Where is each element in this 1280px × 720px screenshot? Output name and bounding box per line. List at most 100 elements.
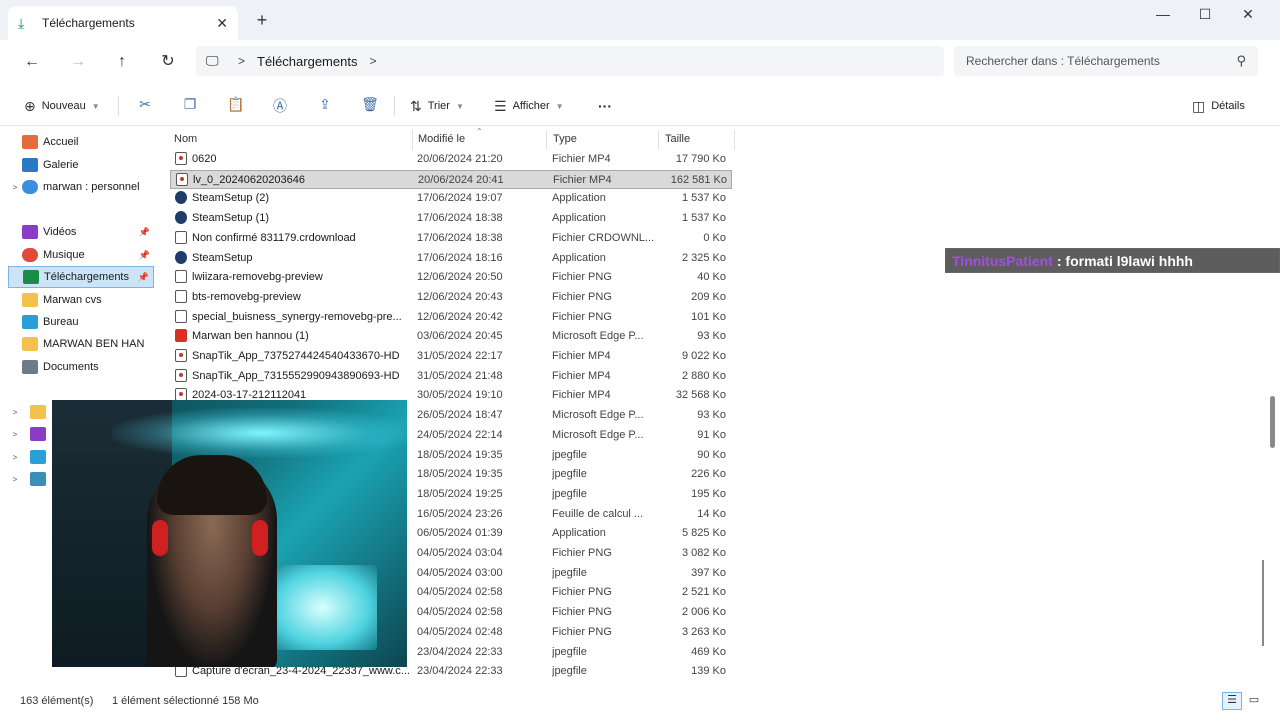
- file-size: 195 Ko: [691, 487, 726, 500]
- file-size: 5 825 Ko: [681, 527, 726, 540]
- onedrive-icon: [22, 180, 38, 194]
- table-row[interactable]: SteamSetup 17/06/2024 18:16 Application 2 3…: [170, 249, 732, 268]
- forward-button[interactable]: →: [66, 50, 90, 74]
- copy-icon[interactable]: ❐: [180, 96, 200, 116]
- new-button[interactable]: ⊕ Nouveau ▼: [24, 96, 100, 116]
- scrollbar-thumb[interactable]: [1270, 396, 1275, 448]
- file-type: jpegfile: [552, 487, 587, 500]
- chevron-right-icon[interactable]: >: [238, 54, 245, 68]
- video-file-icon: [175, 349, 187, 362]
- table-row[interactable]: Marwan ben hannou (1) 03/06/2024 20:45 Mic…: [170, 327, 732, 346]
- vertical-scrollbar[interactable]: [1268, 128, 1276, 688]
- sidebar-item-desktop[interactable]: Bureau: [8, 311, 154, 333]
- table-row[interactable]: 0620 20/06/2024 21:20 Fichier MP4 17 790 Ko: [170, 150, 732, 169]
- table-row[interactable]: special_buisness_synergy-removebg-pre...…: [170, 308, 732, 327]
- column-header-size[interactable]: Taille: [665, 133, 690, 145]
- details-view-button[interactable]: ☰: [1222, 692, 1242, 710]
- file-type: Fichier MP4: [553, 173, 612, 186]
- new-tab-button[interactable]: +: [252, 10, 272, 31]
- share-icon[interactable]: ⇪: [315, 96, 335, 116]
- sidebar-item-label: Accueil: [43, 136, 79, 148]
- expand-chevron-icon[interactable]: >: [8, 408, 22, 417]
- expand-chevron-icon[interactable]: >: [8, 475, 22, 484]
- file-date: 26/05/2024 18:47: [417, 409, 503, 422]
- sidebar-item-marwan-cvs[interactable]: Marwan cvs: [8, 289, 154, 311]
- table-row[interactable]: SteamSetup (1) 17/06/2024 18:38 Applicatio…: [170, 209, 732, 228]
- tab-downloads[interactable]: ⤓ Téléchargements ✕: [8, 6, 238, 40]
- cut-icon[interactable]: ✂: [135, 96, 155, 116]
- sidebar-item-home[interactable]: Accueil: [8, 131, 154, 153]
- column-divider[interactable]: [658, 130, 659, 150]
- sidebar-item-music[interactable]: Musique 📌: [8, 244, 154, 266]
- back-button[interactable]: ←: [20, 50, 44, 74]
- file-date: 24/05/2024 22:14: [417, 428, 503, 441]
- expand-chevron-icon[interactable]: >: [8, 430, 22, 439]
- expand-chevron-icon[interactable]: >: [8, 183, 22, 192]
- music-icon: [22, 248, 38, 262]
- table-row[interactable]: SnapTik_App_7315552990943890693-HD 31/05/…: [170, 367, 732, 386]
- folder-icon: [22, 293, 38, 307]
- sidebar-item-onedrive[interactable]: > marwan : personnel: [8, 176, 154, 198]
- delete-icon[interactable]: 🗑: [360, 96, 380, 116]
- view-button[interactable]: ☰ Afficher ▼: [494, 96, 564, 116]
- this-pc-icon: [30, 450, 46, 464]
- selection-info: 1 élément sélectionné 158 Mo: [112, 695, 259, 707]
- tiles-view-button[interactable]: ▭: [1244, 692, 1264, 710]
- sidebar-item-gallery[interactable]: Galerie: [8, 154, 154, 176]
- file-name: SnapTik_App_7375274424540433670-HD: [192, 350, 400, 362]
- sidebar-item-documents[interactable]: Documents: [8, 356, 154, 378]
- details-button[interactable]: ◫ Détails: [1192, 96, 1245, 116]
- file-type: Application: [552, 527, 606, 540]
- file-date: 04/05/2024 02:58: [417, 586, 503, 599]
- separator: [118, 96, 119, 116]
- table-row[interactable]: SteamSetup (2) 17/06/2024 19:07 Applicatio…: [170, 189, 732, 208]
- sidebar-item-marwan-ben-han[interactable]: MARWAN BEN HAN: [8, 333, 154, 355]
- chevron-right-icon[interactable]: >: [369, 54, 376, 68]
- search-input[interactable]: Rechercher dans : Téléchargements ⚲: [954, 46, 1258, 76]
- breadcrumb[interactable]: Téléchargements: [257, 54, 357, 69]
- column-header-type[interactable]: Type: [553, 133, 577, 145]
- column-divider[interactable]: [546, 130, 547, 150]
- close-window-button[interactable]: ✕: [1238, 6, 1258, 23]
- refresh-button[interactable]: ↻: [156, 50, 180, 74]
- address-bar[interactable]: 🖵 > Téléchargements >: [196, 46, 944, 76]
- column-divider[interactable]: [734, 130, 735, 150]
- table-row[interactable]: lwiizara-removebg-preview 12/06/2024 20:5…: [170, 268, 732, 287]
- chat-message: TinnitusPatient : formati l9lawi hhhh: [945, 248, 1280, 273]
- headset-icon: [252, 520, 268, 556]
- file-size: 3 263 Ko: [681, 625, 726, 638]
- table-row[interactable]: bts-removebg-preview 12/06/2024 20:43 Fich…: [170, 288, 732, 307]
- file-type: Application: [552, 192, 606, 205]
- more-options-button[interactable]: ···: [598, 96, 612, 116]
- column-header-modified[interactable]: Modifié le: [418, 133, 465, 145]
- table-row[interactable]: SnapTik_App_7375274424540433670-HD 31/05/…: [170, 347, 732, 366]
- column-headers: Nom ⌃ Modifié le Type Taille: [160, 128, 740, 150]
- table-row[interactable]: lv_0_20240620203646 20/06/2024 20:41 Fichi…: [170, 169, 732, 189]
- chevron-down-icon: ▼: [91, 101, 100, 111]
- sort-label: Trier: [427, 100, 450, 112]
- folder-icon: [22, 337, 38, 351]
- sidebar-item-videos[interactable]: Vidéos 📌: [8, 221, 154, 243]
- maximize-button[interactable]: ☐: [1195, 6, 1215, 23]
- file-size: 1 537 Ko: [681, 192, 726, 205]
- file-name: Marwan ben hannou (1): [192, 330, 309, 343]
- webcam-overlay: [52, 400, 407, 667]
- steam-icon: [175, 211, 187, 225]
- tab-close-icon[interactable]: ✕: [216, 15, 228, 32]
- sidebar-item-label: Marwan cvs: [43, 294, 102, 306]
- file-type: jpegfile: [552, 468, 587, 481]
- plus-circle-icon: ⊕: [24, 97, 36, 114]
- sidebar-item-downloads[interactable]: Téléchargements 📌: [8, 266, 154, 288]
- column-divider[interactable]: [412, 130, 413, 150]
- table-row[interactable]: Non confirmé 831179.crdownload 17/06/2024…: [170, 229, 732, 248]
- sidebar-item-label: Bureau: [43, 316, 79, 328]
- paste-icon[interactable]: 📋: [226, 96, 246, 116]
- sort-button[interactable]: ⇅ Trier ▼: [410, 96, 464, 116]
- minimize-button[interactable]: —: [1153, 6, 1173, 22]
- headset-icon: [152, 520, 168, 556]
- up-button[interactable]: ↑: [110, 50, 134, 74]
- file-size: 91 Ko: [697, 428, 726, 441]
- expand-chevron-icon[interactable]: >: [8, 453, 22, 462]
- rename-icon[interactable]: Ⓐ: [270, 96, 290, 116]
- column-header-name[interactable]: Nom: [174, 133, 197, 145]
